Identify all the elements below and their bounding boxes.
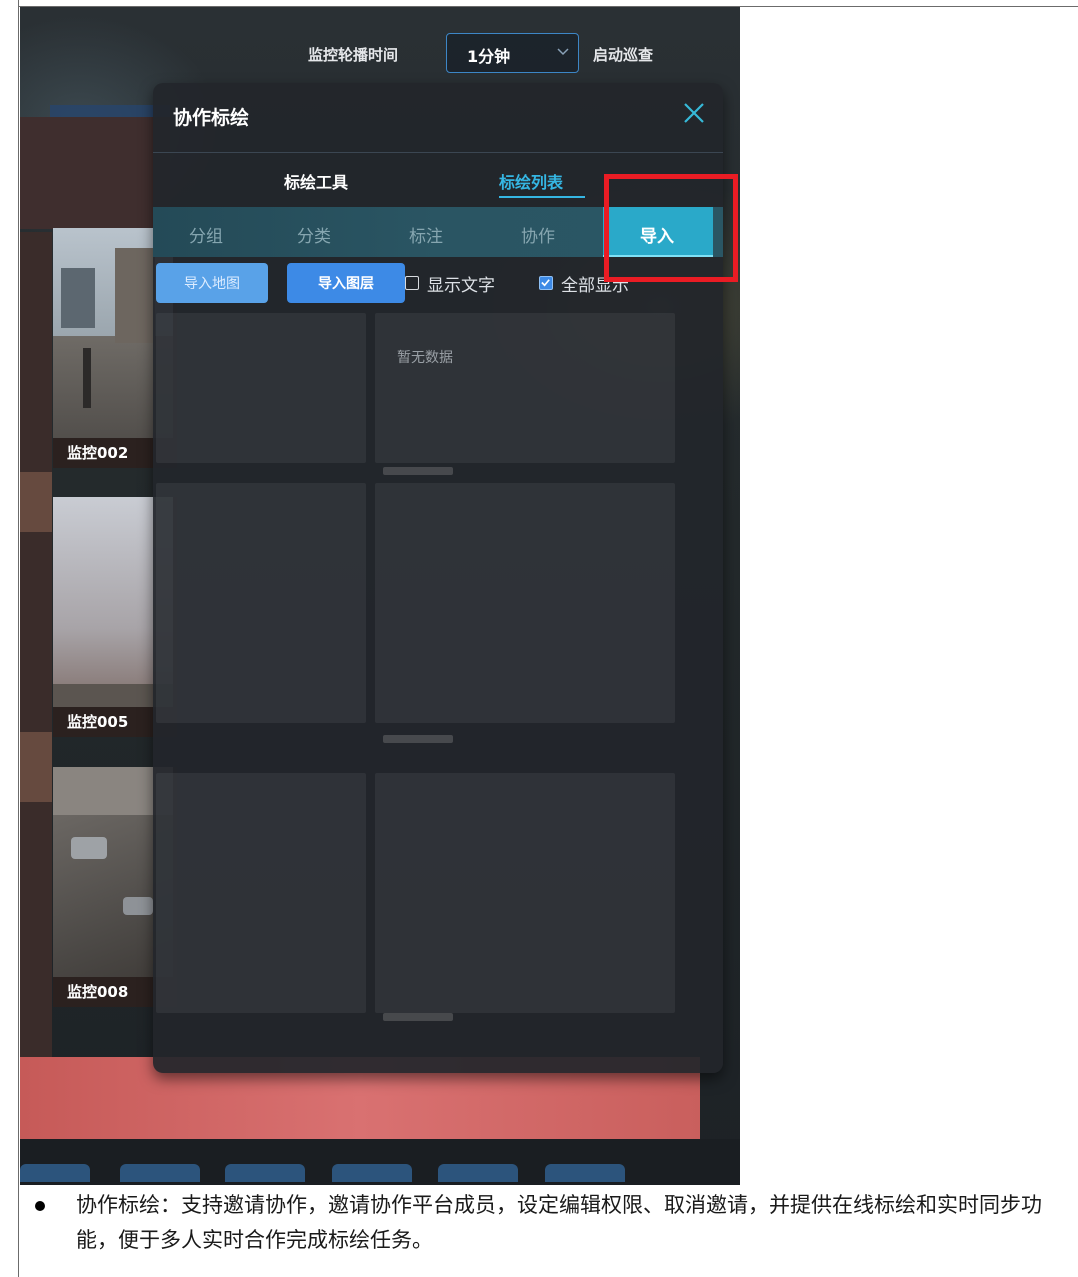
import-layer-button[interactable]: 导入图层 xyxy=(287,263,405,303)
show-text-checkbox[interactable] xyxy=(405,276,419,290)
start-patrol-button[interactable]: 启动巡查 xyxy=(593,44,653,65)
sub-tab-group[interactable]: 分组 xyxy=(189,222,223,247)
background-caption xyxy=(383,1013,453,1021)
background-block xyxy=(20,117,170,229)
chevron-down-icon xyxy=(557,48,569,56)
sub-tab-annotation[interactable]: 标注 xyxy=(409,222,443,247)
show-text-label[interactable]: 显示文字 xyxy=(427,271,495,296)
active-tab-indicator xyxy=(499,196,585,198)
background-caption xyxy=(383,735,453,743)
interval-label: 监控轮播时间 xyxy=(308,46,399,64)
highlight-box xyxy=(604,174,738,282)
close-icon[interactable] xyxy=(680,99,708,127)
sub-tab-category[interactable]: 分类 xyxy=(297,222,331,247)
background-camera-view xyxy=(156,773,366,1013)
interval-select[interactable]: 1分钟 xyxy=(446,33,579,73)
show-all-checkbox[interactable] xyxy=(539,276,553,290)
background-column xyxy=(20,232,52,1087)
tab-plot-list[interactable]: 标绘列表 xyxy=(499,169,563,193)
bottom-tab-bar xyxy=(20,1139,740,1185)
panel-divider xyxy=(153,152,723,153)
feature-description: 协作标绘：支持邀请协作，邀请协作平台成员，设定编辑权限、取消邀请，并提供在线标绘… xyxy=(76,1193,1042,1252)
background-camera-view xyxy=(375,483,675,723)
background-camera-view xyxy=(375,313,675,463)
bullet-point xyxy=(35,1201,45,1211)
tab-plot-tools[interactable]: 标绘工具 xyxy=(284,169,348,193)
background-caption xyxy=(383,467,453,475)
app-screenshot: 监控002 监控005 监控008 监控轮播时间 1分钟 启动巡查 协作标绘 标… xyxy=(20,7,740,1185)
check-icon xyxy=(541,279,550,287)
background-camera-view xyxy=(156,483,366,723)
background-camera-view xyxy=(156,313,366,463)
sub-tab-collaboration[interactable]: 协作 xyxy=(521,222,555,247)
document-border-left xyxy=(18,0,19,1277)
interval-value: 1分钟 xyxy=(467,47,511,66)
background-camera-view xyxy=(375,773,675,1013)
panel-title: 协作标绘 xyxy=(173,107,250,129)
import-map-button[interactable]: 导入地图 xyxy=(156,263,268,303)
